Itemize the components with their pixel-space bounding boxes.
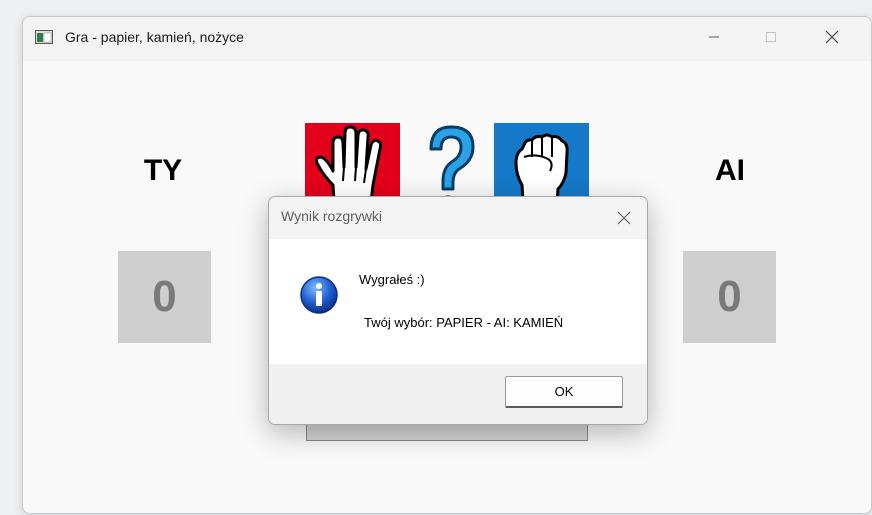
close-button[interactable] bbox=[809, 17, 855, 57]
dialog-title: Wynik rozgrywki bbox=[281, 208, 382, 224]
dialog-titlebar[interactable]: Wynik rozgrywki bbox=[269, 197, 647, 239]
ai-label: AI bbox=[715, 154, 745, 187]
result-message: Wygrałeś :) bbox=[359, 272, 425, 287]
result-detail: Twój wybór: PAPIER - AI: KAMIEŃ bbox=[364, 315, 564, 330]
maximize-icon bbox=[766, 32, 776, 42]
ok-button[interactable]: OK bbox=[505, 376, 623, 408]
result-dialog: Wynik rozgrywki Wygrałeś:) Twój wybór: … bbox=[268, 196, 648, 425]
ai-score: 0 bbox=[683, 251, 776, 343]
minimize-button[interactable] bbox=[691, 17, 737, 57]
player-score: 0 bbox=[118, 251, 211, 343]
close-icon bbox=[825, 30, 839, 44]
window-titlebar[interactable]: Gra - papier, kamień, nożyce bbox=[23, 17, 871, 61]
window-title: Gra - papier, kamień, nożyce bbox=[65, 29, 244, 45]
dialog-body: Wygrałeś :) Twój wybór: PAPIER - AI: KAM… bbox=[269, 239, 647, 364]
minimize-icon bbox=[709, 36, 719, 38]
info-icon bbox=[300, 276, 338, 314]
maximize-button[interactable] bbox=[748, 17, 794, 57]
dialog-footer: OK bbox=[269, 364, 647, 424]
app-icon bbox=[35, 30, 53, 44]
dialog-close-button[interactable] bbox=[609, 203, 639, 233]
player-label: TY bbox=[143, 154, 183, 187]
desktop: Gra - papier, kamień, nożyce TY AI 0 0 W… bbox=[0, 0, 872, 515]
close-icon bbox=[617, 211, 631, 225]
